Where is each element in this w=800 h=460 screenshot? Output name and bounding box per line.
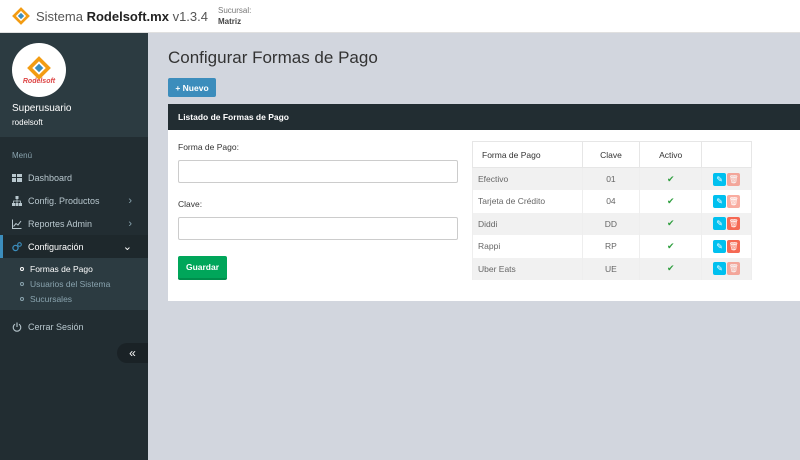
- trash-icon[interactable]: 🗑: [727, 194, 741, 208]
- circle-icon: [20, 266, 24, 271]
- sidebar-item-label: Dashboard: [28, 172, 73, 183]
- check-icon: ✔: [639, 167, 703, 190]
- check-icon: ✔: [639, 257, 703, 280]
- sidebar-item-label: Reportes Admin: [28, 218, 93, 229]
- cell-clave: RP: [581, 235, 641, 258]
- page-title: Configurar Formas de Pago: [168, 48, 378, 67]
- table-row: Rappi RP ✔ ✎ 🗑: [472, 235, 752, 258]
- sidebar-item-configuracion[interactable]: Configuración ⌄: [0, 235, 148, 258]
- table-header-row: Forma de Pago Clave Activo: [472, 141, 752, 168]
- cogs-icon: [12, 241, 22, 251]
- edit-icon[interactable]: ✎: [713, 239, 727, 253]
- trash-icon[interactable]: 🗑: [727, 172, 741, 186]
- save-button[interactable]: Guardar: [178, 256, 227, 280]
- sidebar-collapse-button[interactable]: «: [117, 343, 148, 363]
- cell-forma-de-pago: Tarjeta de Crédito: [472, 190, 583, 213]
- edit-icon[interactable]: ✎: [713, 262, 727, 276]
- forma-de-pago-input[interactable]: [178, 160, 458, 183]
- avatar-logo-text: Rodelsoft: [22, 77, 56, 85]
- sucursal-indicator: Sucursal: Matriz: [218, 5, 251, 27]
- cell-clave: 01: [581, 167, 641, 190]
- sidebar-item-config-productos[interactable]: Config. Productos ›: [0, 189, 148, 212]
- edit-icon[interactable]: ✎: [713, 194, 727, 208]
- user-panel: Rodelsoft Superusuario rodelsoft: [0, 33, 148, 137]
- rodelsoft-avatar-logo-icon: [27, 55, 51, 80]
- sidebar-subitem-label: Sucursales: [30, 293, 73, 304]
- sidebar-item-label: Configuración: [28, 241, 84, 252]
- sucursal-label: Sucursal:: [217, 6, 252, 15]
- rodelsoft-logo-icon[interactable]: [12, 7, 30, 25]
- cell-clave: DD: [581, 212, 641, 235]
- table-row: Uber Eats UE ✔ ✎ 🗑: [472, 257, 752, 280]
- forma-de-pago-label: Forma de Pago:: [178, 142, 239, 152]
- sidebar-subitem-formas-de-pago[interactable]: Formas de Pago: [0, 261, 148, 276]
- clave-label: Clave:: [178, 199, 203, 209]
- column-header-activo[interactable]: Activo: [639, 141, 703, 168]
- sitemap-icon: [12, 195, 22, 206]
- chart-line-icon: [12, 219, 22, 229]
- configuracion-submenu: Formas de Pago Usuarios del Sistema Sucu…: [0, 258, 148, 310]
- sidebar: Rodelsoft Superusuario rodelsoft Menú Da…: [0, 33, 148, 460]
- table-row: Tarjeta de Crédito 04 ✔ ✎ 🗑: [472, 190, 752, 213]
- dashboard-icon: [12, 173, 22, 182]
- trash-icon[interactable]: 🗑: [727, 217, 741, 231]
- sidebar-item-dashboard[interactable]: Dashboard: [0, 166, 148, 189]
- sidebar-item-label: Config. Productos: [28, 195, 100, 206]
- table-row: Efectivo 01 ✔ ✎ 🗑: [472, 167, 752, 190]
- check-icon: ✔: [639, 190, 703, 213]
- cell-clave: UE: [581, 257, 641, 280]
- edit-icon[interactable]: ✎: [713, 172, 727, 186]
- new-button[interactable]: + Nuevo: [168, 78, 216, 97]
- chevron-right-icon: ›: [128, 194, 132, 207]
- box-title: Listado de Formas de Pago: [168, 104, 800, 130]
- avatar: Rodelsoft: [12, 43, 66, 97]
- clave-input[interactable]: [178, 217, 458, 240]
- sidebar-item-reportes-admin[interactable]: Reportes Admin ›: [0, 212, 148, 235]
- top-bar: Sistema Rodelsoft.mx v1.3.4 Sucursal: Ma…: [0, 0, 800, 33]
- user-login: rodelsoft: [12, 118, 43, 127]
- power-icon: [12, 322, 22, 332]
- sidebar-subitem-sucursales[interactable]: Sucursales: [0, 291, 148, 306]
- edit-icon[interactable]: ✎: [713, 217, 727, 231]
- payment-methods-box: Listado de Formas de Pago Forma de Pago:…: [168, 104, 800, 301]
- cell-forma-de-pago: Diddi: [472, 212, 583, 235]
- payment-method-form: Forma de Pago: Clave: Guardar: [178, 142, 458, 280]
- chevron-right-icon: ›: [128, 217, 132, 230]
- sidebar-subitem-label: Usuarios del Sistema: [30, 278, 111, 289]
- trash-icon[interactable]: 🗑: [727, 239, 741, 253]
- column-header-forma-de-pago[interactable]: Forma de Pago: [472, 141, 583, 168]
- payment-methods-table: Forma de Pago Clave Activo Efectivo 01 ✔…: [472, 141, 752, 280]
- circle-icon: [20, 296, 24, 301]
- trash-icon[interactable]: 🗑: [727, 262, 741, 276]
- sucursal-value: Matriz: [217, 17, 242, 26]
- user-name: Superusuario: [12, 103, 72, 114]
- check-icon: ✔: [639, 212, 703, 235]
- sidebar-subitem-usuarios-del-sistema[interactable]: Usuarios del Sistema: [0, 276, 148, 291]
- sidebar-item-cerrar-sesion[interactable]: Cerrar Sesión: [0, 315, 148, 338]
- cell-forma-de-pago: Rappi: [472, 235, 583, 258]
- chevron-down-icon: ⌄: [122, 241, 132, 253]
- cell-forma-de-pago: Uber Eats: [472, 257, 583, 280]
- cell-forma-de-pago: Efectivo: [472, 167, 583, 190]
- table-row: Diddi DD ✔ ✎ 🗑: [472, 212, 752, 235]
- app-brand[interactable]: Sistema Rodelsoft.mx v1.3.4: [36, 9, 208, 24]
- sidebar-item-label: Cerrar Sesión: [28, 321, 84, 332]
- circle-icon: [20, 281, 24, 286]
- menu-header: Menú: [12, 151, 33, 160]
- sidebar-subitem-label: Formas de Pago: [30, 263, 93, 274]
- column-header-actions: [701, 141, 752, 168]
- column-header-clave[interactable]: Clave: [581, 141, 641, 168]
- cell-clave: 04: [581, 190, 641, 213]
- main-content: Configurar Formas de Pago + Nuevo Listad…: [148, 33, 800, 460]
- check-icon: ✔: [639, 235, 703, 258]
